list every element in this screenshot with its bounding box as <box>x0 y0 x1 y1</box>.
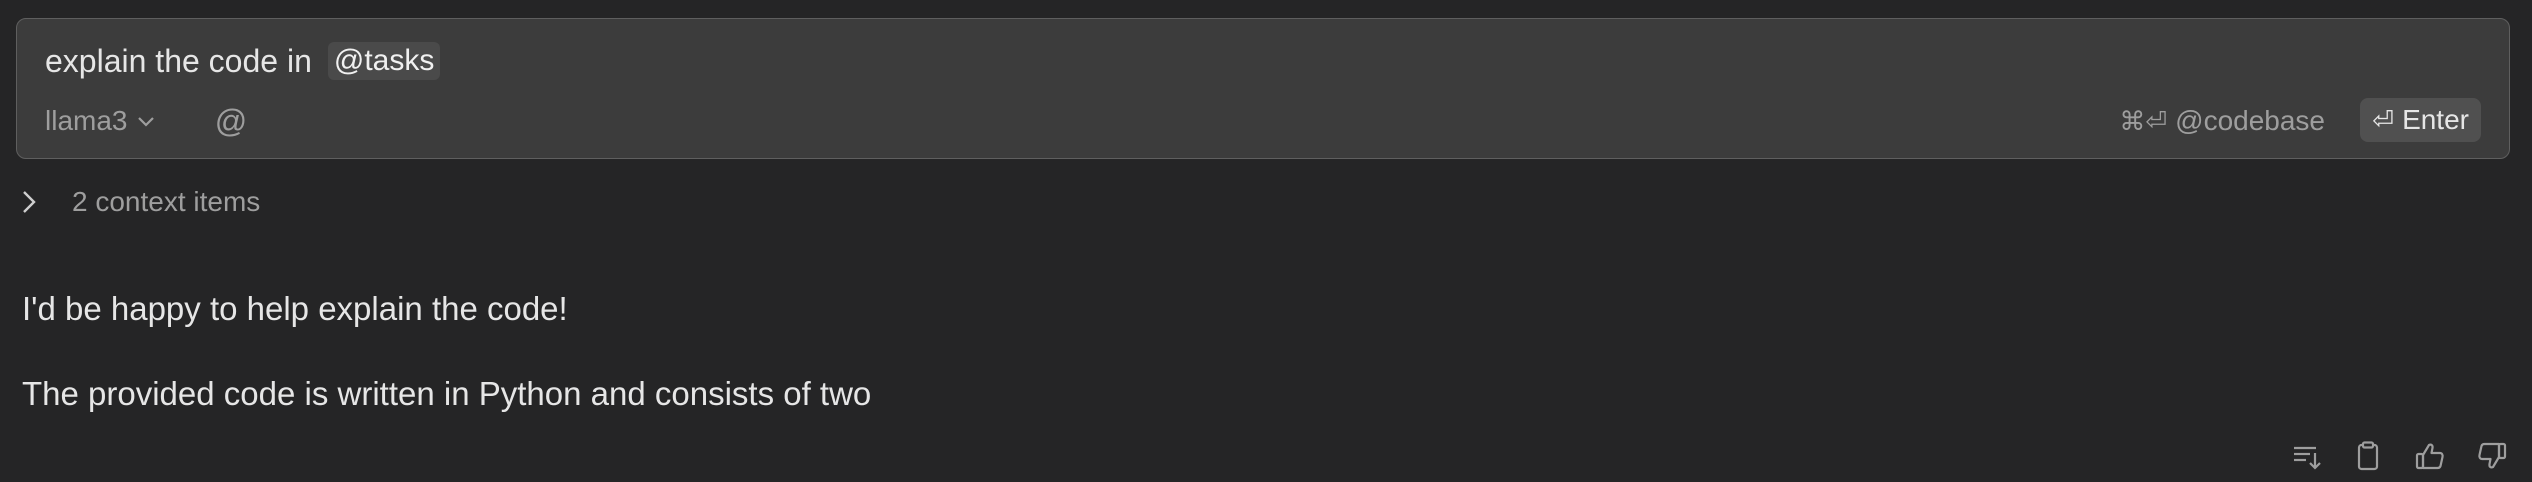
command-return-icon: ⌘⏎ <box>2119 105 2168 136</box>
clipboard-icon <box>2357 441 2379 471</box>
mention-chip[interactable]: @tasks <box>327 42 441 80</box>
response-actions <box>2286 436 2512 476</box>
enter-label: Enter <box>2402 104 2469 135</box>
context-items-label: 2 context items <box>72 186 261 217</box>
codebase-shortcut[interactable]: ⌘⏎ @codebase <box>2119 101 2325 141</box>
chat-input-box[interactable]: explain the code in @tasks llama3 @ ⌘⏎ @… <box>16 18 2510 159</box>
insert-at-cursor-button[interactable] <box>2286 436 2326 476</box>
insert-at-cursor-icon <box>2294 446 2321 470</box>
enter-button[interactable]: ⏎ Enter <box>2360 98 2481 142</box>
prompt-text: explain the code in <box>45 42 312 79</box>
thumbs-down-icon <box>2478 442 2507 469</box>
context-items-toggle[interactable]: 2 context items <box>18 182 260 222</box>
model-name: llama3 <box>45 105 128 136</box>
response-paragraph: The provided code is written in Python a… <box>22 375 872 412</box>
model-selector[interactable]: llama3 <box>45 101 157 141</box>
thumbs-up-icon <box>2415 443 2444 470</box>
thumbs-down-button[interactable] <box>2472 436 2512 476</box>
prompt-line[interactable]: explain the code in @tasks <box>45 41 441 81</box>
add-context-button[interactable]: @ <box>213 103 249 139</box>
codebase-label: @codebase <box>2175 105 2325 136</box>
return-icon: ⏎ <box>2372 104 2395 135</box>
at-icon: @ <box>214 102 248 139</box>
thumbs-up-button[interactable] <box>2410 436 2450 476</box>
chevron-down-icon <box>138 117 155 127</box>
response-paragraph: I'd be happy to help explain the code! <box>22 290 568 327</box>
copy-button[interactable] <box>2348 436 2388 476</box>
chevron-right-icon <box>23 191 36 213</box>
